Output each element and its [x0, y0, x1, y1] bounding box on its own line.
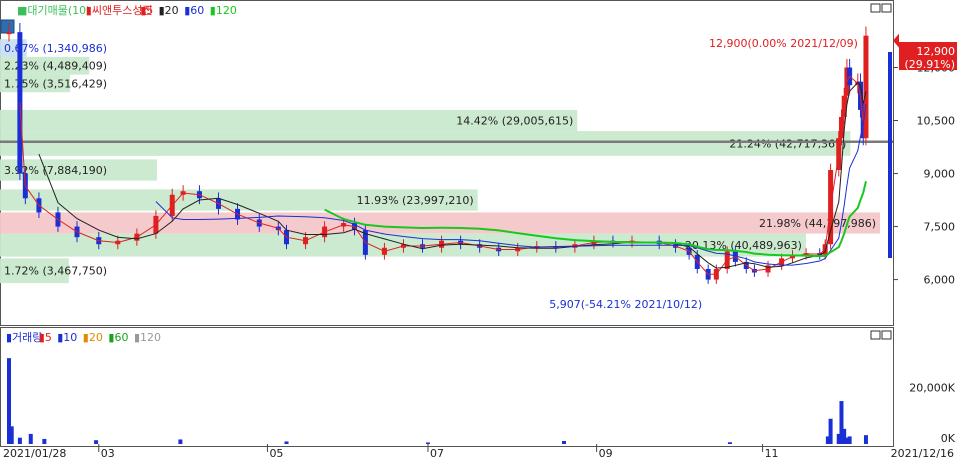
volume-legend-item[interactable]: ▮5: [39, 331, 52, 344]
volume-legend-item[interactable]: ▮60: [108, 331, 128, 344]
volume-bar: [863, 435, 868, 444]
x-tick-label: 11: [765, 447, 779, 460]
last-price-value: 12,900: [917, 45, 956, 58]
volume-bar: [94, 440, 99, 444]
volume-panel-minimize-icon[interactable]: [870, 330, 881, 340]
y-tick-label: 9,000: [924, 168, 956, 181]
date-axis-end: 2021/12/16: [891, 447, 954, 460]
x-tick-label: 03: [101, 447, 115, 460]
x-tick-label: 07: [430, 447, 444, 460]
volume-y-tick-label: 20,000K: [909, 382, 955, 395]
volume-legend-item[interactable]: ▮10: [57, 331, 77, 344]
volume-bar: [17, 437, 22, 444]
chart-canvas[interactable]: 0.67% (1,340,986)2.23% (4,489,409)1.75% …: [0, 0, 957, 461]
price-legend-item[interactable]: ▮5: [140, 4, 153, 17]
price-legend-item[interactable]: ■대기매물(10): [17, 4, 90, 17]
volume-bar: [828, 418, 833, 444]
stock-chart[interactable]: 0.67% (1,340,986) 2.23% (4,489,409) 1.75% …: [0, 0, 957, 461]
volume-profile-label: 1.72% (3,467,750): [4, 265, 107, 278]
volume-profile-label: 21.98% (44,197,986): [759, 217, 876, 230]
price-panel-close-icon[interactable]: [881, 3, 892, 13]
x-tick-label: 09: [599, 447, 613, 460]
price-panel-minimize-icon[interactable]: [870, 3, 881, 13]
high-annotation: 12,900(0.00% 2021/12/09): [709, 37, 858, 50]
last-price-change: (29.91%): [904, 58, 955, 71]
low-annotation: 5,907(-54.21% 2021/10/12): [549, 298, 702, 311]
volume-bar: [847, 436, 852, 444]
volume-profile-label: 21.24% (42,717,367): [729, 137, 846, 150]
volume-profile-label: 20.13% (40,489,963): [685, 239, 802, 252]
volume-bar: [178, 439, 183, 444]
collapse-icon[interactable]: [0, 19, 15, 34]
volume-y-tick-label: 0K: [941, 432, 956, 445]
price-legend-item[interactable]: ▮20: [159, 4, 179, 17]
x-tick-label: 05: [269, 447, 283, 460]
date-axis-start: 2021/01/28: [3, 447, 66, 460]
price-legend-item[interactable]: ▮120: [210, 4, 237, 17]
volume-bar: [425, 442, 430, 444]
y-tick-label: 7,500: [924, 221, 956, 234]
volume-bar: [42, 438, 47, 444]
volume-panel-close-icon[interactable]: [881, 330, 892, 340]
y-tick-label: 10,500: [917, 115, 956, 128]
volume-profile-label: 14.42% (29,005,615): [456, 115, 573, 128]
volume-profile-label: 11.93% (23,997,210): [357, 194, 474, 207]
volume-legend-item[interactable]: ▮거래량: [6, 331, 42, 344]
volume-profile-bar: [0, 131, 851, 156]
y-tick-label: 6,000: [924, 274, 956, 287]
price-legend-item[interactable]: ▮60: [184, 4, 204, 17]
volume-bar: [727, 442, 732, 444]
volume-bar: [561, 440, 566, 444]
volume-panel-frame: [0, 327, 894, 447]
volume-bar: [284, 441, 289, 444]
candle: [6, 32, 12, 35]
volume-profile-bar: [0, 212, 880, 234]
volume-legend-item[interactable]: ▮20: [83, 331, 103, 344]
volume-bar: [28, 433, 33, 444]
volume-bar: [9, 426, 14, 444]
volume-legend-item[interactable]: ▮120: [134, 331, 161, 344]
